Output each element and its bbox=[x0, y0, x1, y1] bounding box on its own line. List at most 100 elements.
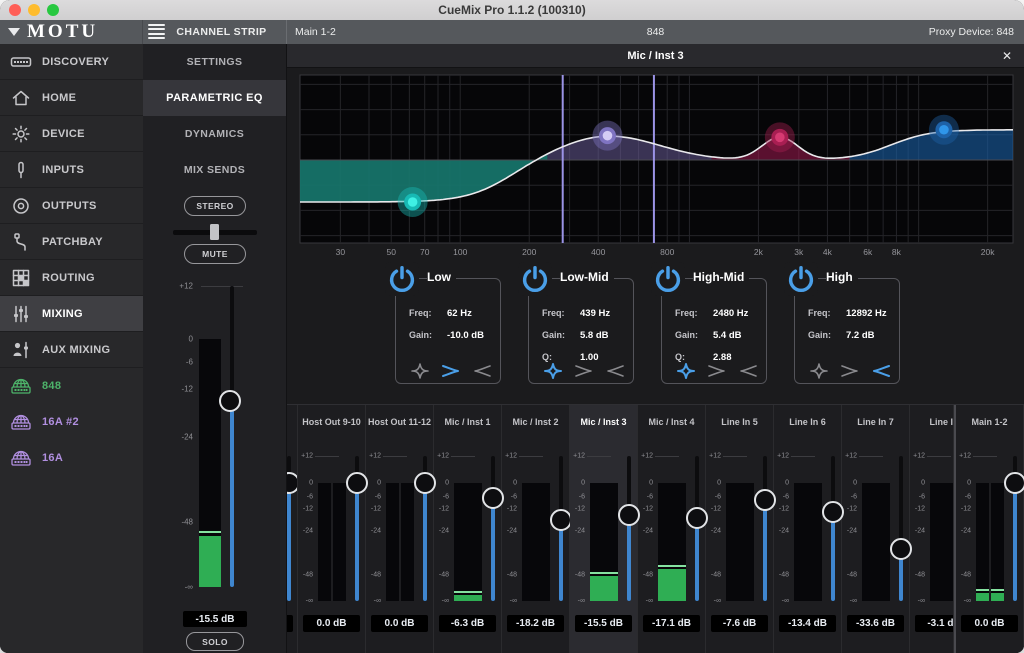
low-shelf-filter-icon[interactable] bbox=[839, 362, 861, 380]
sidebar-item-aux-mixing[interactable]: AUX MIXING bbox=[0, 332, 143, 368]
q-value[interactable]: 2.88 bbox=[713, 352, 732, 363]
gain-readout[interactable]: 0.0 dB bbox=[371, 615, 428, 632]
mixer-strip-host-out-9-10[interactable]: Host Out 9-10 +120-6-12-24-48-∞ 0.0 dB bbox=[298, 405, 366, 653]
sidebar-item-outputs[interactable]: OUTPUTS bbox=[0, 188, 143, 224]
gain-readout[interactable]: -17.1 dB bbox=[643, 615, 700, 632]
eq-graph[interactable]: 3050701002004008002k3k4k6k8k20k bbox=[287, 68, 1024, 264]
q-value[interactable]: 1.00 bbox=[580, 352, 599, 363]
fader-knob[interactable] bbox=[822, 501, 844, 523]
gain-readout[interactable]: -15.5 dB bbox=[575, 615, 632, 632]
freq-value[interactable]: 2480 Hz bbox=[713, 308, 748, 319]
plus12-tick bbox=[587, 456, 611, 457]
sidebar-item-device[interactable]: DEVICE bbox=[0, 116, 143, 152]
low-shelf-filter-icon[interactable] bbox=[573, 362, 595, 380]
strip-scale-label: -12 bbox=[366, 506, 381, 513]
gain-value[interactable]: 7.2 dB bbox=[846, 330, 875, 341]
mixer-strip-mic-inst-4[interactable]: Mic / Inst 4 +120-6-12-24-48-∞ -17.1 dB bbox=[638, 405, 706, 653]
high-shelf-filter-icon[interactable] bbox=[737, 362, 759, 380]
plus12-tick bbox=[201, 286, 243, 287]
gain-readout[interactable]: 0.0 dB bbox=[961, 615, 1018, 632]
tab-mix-sends[interactable]: MIX SENDS bbox=[143, 152, 286, 188]
minimize-window-button[interactable] bbox=[28, 4, 40, 16]
gain-readout[interactable]: 0.0 dB bbox=[303, 615, 360, 632]
fader-knob[interactable] bbox=[219, 390, 241, 412]
gain-readout[interactable]: -6.3 dB bbox=[439, 615, 496, 632]
gain-readout[interactable]: -15.5 dB bbox=[183, 611, 247, 627]
strip-scale-label: 0 bbox=[298, 480, 313, 487]
gain-value[interactable]: -10.0 dB bbox=[447, 330, 484, 341]
pan-slider-handle[interactable] bbox=[210, 224, 219, 240]
freq-value[interactable]: 62 Hz bbox=[447, 308, 472, 319]
fader-knob[interactable] bbox=[686, 507, 708, 529]
sidebar-item-patchbay[interactable]: PATCHBAY bbox=[0, 224, 143, 260]
fader-knob[interactable] bbox=[1004, 472, 1024, 494]
high-shelf-filter-icon[interactable] bbox=[870, 362, 892, 380]
clipped-mixer-strip[interactable]: Line In +120-6-12-24-48-∞ -3.1 dB bbox=[910, 405, 954, 653]
stereo-button[interactable]: STEREO bbox=[184, 196, 246, 216]
sidebar-device-label: 16A bbox=[42, 452, 63, 464]
mixer-strip-mic-inst-1[interactable]: Mic / Inst 1 +120-6-12-24-48-∞ -6.3 dB bbox=[434, 405, 502, 653]
power-icon[interactable] bbox=[385, 262, 419, 296]
gain-readout[interactable]: -18.2 dB bbox=[507, 615, 564, 632]
mixer-strip-mic-inst-2[interactable]: Mic / Inst 2 +120-6-12-24-48-∞ -18.2 dB bbox=[502, 405, 570, 653]
mixer-strip-line-in-5[interactable]: Line In 5 +120-6-12-24-48-∞ -7.6 dB bbox=[706, 405, 774, 653]
gain-readout[interactable]: -3.1 dB bbox=[915, 615, 954, 632]
sidebar-item-discovery[interactable]: DISCOVERY bbox=[0, 44, 143, 80]
fader-knob[interactable] bbox=[618, 504, 640, 526]
power-icon[interactable] bbox=[518, 262, 552, 296]
mixer-strip-line-in-7[interactable]: Line In 7 +120-6-12-24-48-∞ -33.6 dB bbox=[842, 405, 910, 653]
gain-readout[interactable]: -13.4 dB bbox=[779, 615, 836, 632]
fader-knob[interactable] bbox=[414, 472, 436, 494]
mixer-strip-line-in-6[interactable]: Line In 6 +120-6-12-24-48-∞ -13.4 dB bbox=[774, 405, 842, 653]
mixer-strip-line-in[interactable]: Line In +120-6-12-24-48-∞ -3.1 dB bbox=[910, 405, 954, 653]
sidebar-item-mixing[interactable]: MIXING bbox=[0, 296, 143, 332]
mixer-strip-mic-inst-3[interactable]: Mic / Inst 3 +120-6-12-24-48-∞ -15.5 dB bbox=[570, 405, 638, 653]
freq-value[interactable]: 12892 Hz bbox=[846, 308, 887, 319]
sidebar-item-inputs[interactable]: INPUTS bbox=[0, 152, 143, 188]
sidebar-item-routing[interactable]: ROUTING bbox=[0, 260, 143, 296]
sidebar-item-label: ROUTING bbox=[42, 272, 95, 284]
bell-filter-icon[interactable] bbox=[542, 362, 564, 380]
eq-curve-plot[interactable]: 3050701002004008002k3k4k6k8k20k bbox=[287, 68, 1024, 264]
close-icon[interactable]: ✕ bbox=[998, 44, 1016, 68]
gain-readout[interactable]: -33.6 dB bbox=[847, 615, 904, 632]
sidebar-device-848[interactable]: 848 bbox=[0, 368, 143, 404]
tab-settings[interactable]: SETTINGS bbox=[143, 44, 286, 80]
solo-button[interactable]: SOLO bbox=[186, 632, 244, 651]
power-icon[interactable] bbox=[651, 262, 685, 296]
fader-knob[interactable] bbox=[890, 538, 912, 560]
gain-readout[interactable]: -7.6 dB bbox=[711, 615, 768, 632]
close-window-button[interactable] bbox=[9, 4, 21, 16]
strip-scale-label: +12 bbox=[502, 453, 517, 460]
low-shelf-filter-icon[interactable] bbox=[706, 362, 728, 380]
mute-button[interactable]: MUTE bbox=[184, 244, 246, 264]
tab-dynamics[interactable]: DYNAMICS bbox=[143, 116, 286, 152]
gain-value[interactable]: 5.4 dB bbox=[713, 330, 742, 341]
zoom-window-button[interactable] bbox=[47, 4, 59, 16]
bell-filter-icon[interactable] bbox=[409, 362, 431, 380]
sidebar-device-16a[interactable]: 16A bbox=[0, 440, 143, 476]
fader-knob[interactable] bbox=[754, 489, 776, 511]
mixer-strip-host-out-11-12[interactable]: Host Out 11-12 +120-6-12-24-48-∞ 0.0 dB bbox=[366, 405, 434, 653]
high-shelf-filter-icon[interactable] bbox=[604, 362, 626, 380]
mixer-strip-main-1-2[interactable]: Main 1-2 +120-6-12-24-48-∞ 0.0 dB bbox=[954, 405, 1024, 653]
brand-triangle-icon[interactable] bbox=[8, 28, 20, 36]
bell-filter-icon[interactable] bbox=[675, 362, 697, 380]
tab-parametric-eq[interactable]: PARAMETRIC EQ bbox=[143, 80, 286, 116]
strip-scale-label: -48 bbox=[502, 572, 517, 579]
hamburger-menu-icon[interactable] bbox=[148, 24, 165, 39]
power-icon[interactable] bbox=[784, 262, 818, 296]
freq-value[interactable]: 439 Hz bbox=[580, 308, 610, 319]
low-shelf-filter-icon[interactable] bbox=[440, 362, 462, 380]
fader-knob[interactable] bbox=[482, 487, 504, 509]
fader-level bbox=[627, 515, 631, 601]
high-shelf-filter-icon[interactable] bbox=[471, 362, 493, 380]
bell-filter-icon[interactable] bbox=[808, 362, 830, 380]
fader-knob[interactable] bbox=[346, 472, 368, 494]
fader-knob[interactable] bbox=[550, 509, 572, 531]
eq-band-high-mid: High-Mid Freq: 2480 Hz Gain: 5.4 dB Q: 2… bbox=[651, 262, 773, 392]
sidebar-item-home[interactable]: HOME bbox=[0, 80, 143, 116]
sidebar-device-16a-2[interactable]: 16A #2 bbox=[0, 404, 143, 440]
gain-value[interactable]: 5.8 dB bbox=[580, 330, 609, 341]
fader-scale-label: -12 bbox=[169, 385, 193, 394]
